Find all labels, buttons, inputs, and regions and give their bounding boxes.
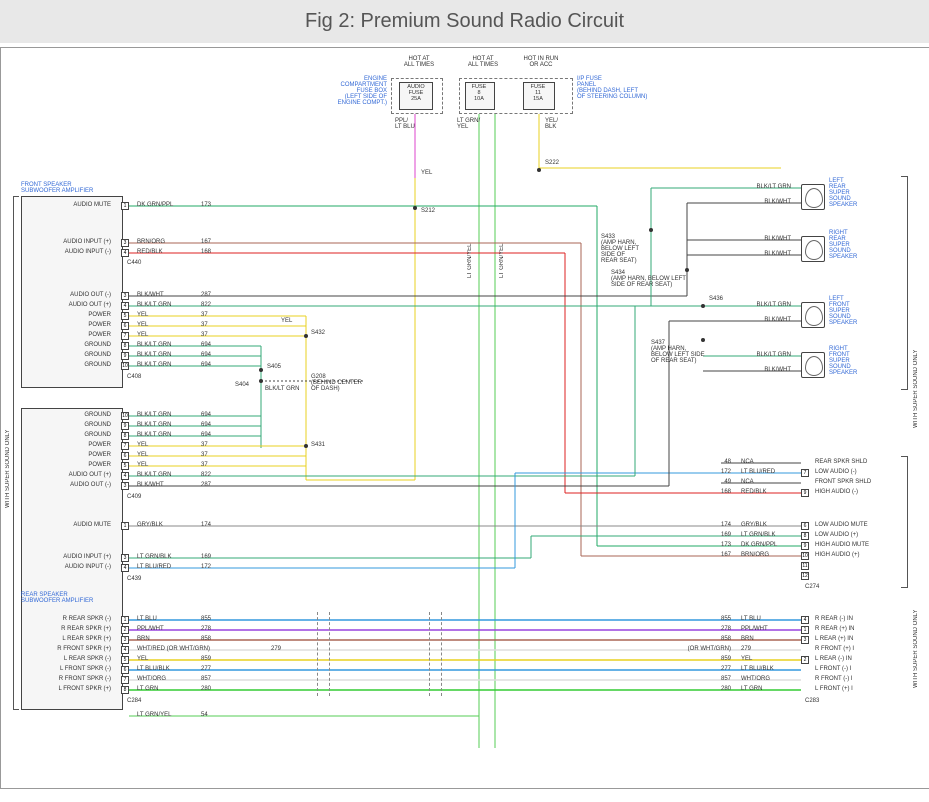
- wiring-diagram: HOT ATALL TIMES HOT ATALL TIMES HOT IN R…: [0, 47, 929, 789]
- engine-compartment-label: ENGINECOMPARTMENTFUSE BOX(LEFT SIDE OFEN…: [311, 76, 387, 106]
- connector-dash-2: [429, 612, 430, 696]
- rear-amp-label: REAR SPEAKERSUBWOOFER AMPLIFIER: [21, 592, 93, 604]
- fuse11-label: FUSE1115A: [523, 84, 553, 102]
- s404-dot: [259, 379, 263, 383]
- s405-dot: [259, 368, 263, 372]
- s212-dot: [413, 206, 417, 210]
- speaker-lr-label: LEFTREARSUPERSOUNDSPEAKER: [829, 178, 857, 208]
- ltgrnyel-v2: LT GRN/YEL: [499, 198, 505, 278]
- audio-fuse-label: AUDIOFUSE25A: [401, 84, 431, 102]
- s222-dot: [537, 168, 541, 172]
- s431-dot: [304, 444, 308, 448]
- speaker-rr: [801, 236, 825, 262]
- c283-label: C283: [805, 698, 819, 704]
- yelblk: YEL/BLK: [545, 118, 558, 130]
- g208-label: G208(BEHIND CENTEROF DASH): [311, 374, 381, 392]
- speaker-lr: [801, 184, 825, 210]
- speaker-rr-label: RIGHTREARSUPERSOUNDSPEAKER: [829, 230, 857, 260]
- speaker-lf: [801, 302, 825, 328]
- title-text: Fig 2: Premium Sound Radio Circuit: [305, 10, 624, 32]
- c274-label: C274: [805, 584, 819, 590]
- s432-dot: [304, 334, 308, 338]
- s433-dot: [649, 228, 653, 232]
- ip-fuse-label: I/P FUSEPANEL(BEHIND DASH, LEFTOF STEERI…: [577, 76, 667, 100]
- speaker-lf-label: LEFTFRONTSUPERSOUNDSPEAKER: [829, 296, 857, 326]
- yel-label: YEL: [421, 170, 432, 176]
- super-sound-right-1: WITH SUPER SOUND ONLY: [913, 228, 919, 428]
- speaker-rf: [801, 352, 825, 378]
- hot-label-1: HOT ATALL TIMES: [399, 56, 439, 68]
- ltgrnyel-v1: LT GRN/YEL: [467, 198, 473, 278]
- speaker-rf-label: RIGHTFRONTSUPERSOUNDSPEAKER: [829, 346, 857, 376]
- hot-label-3: HOT IN RUNOR ACC: [519, 56, 563, 68]
- bracket-c274: [901, 456, 908, 588]
- ltgrnyel: LT GRN/YEL: [457, 118, 480, 130]
- s436-dot: [701, 304, 705, 308]
- connector-dash-2b: [441, 612, 442, 696]
- hot-label-2: HOT ATALL TIMES: [463, 56, 503, 68]
- connector-dash-1: [317, 612, 318, 696]
- super-sound-left: WITH SUPER SOUND ONLY: [5, 308, 11, 508]
- super-sound-right-2: WITH SUPER SOUND ONLY: [913, 488, 919, 688]
- fuse8-label: FUSE810A: [464, 84, 494, 102]
- title-bar: Fig 2: Premium Sound Radio Circuit: [0, 0, 929, 43]
- front-amp-label: FRONT SPEAKERSUBWOOFER AMPLIFIER: [21, 182, 93, 194]
- bracket-speakers: [901, 176, 908, 390]
- connector-dash-1b: [329, 612, 330, 696]
- bracket-left: [13, 196, 19, 710]
- ppl-ltblu: PPL/LT BLU: [395, 118, 415, 130]
